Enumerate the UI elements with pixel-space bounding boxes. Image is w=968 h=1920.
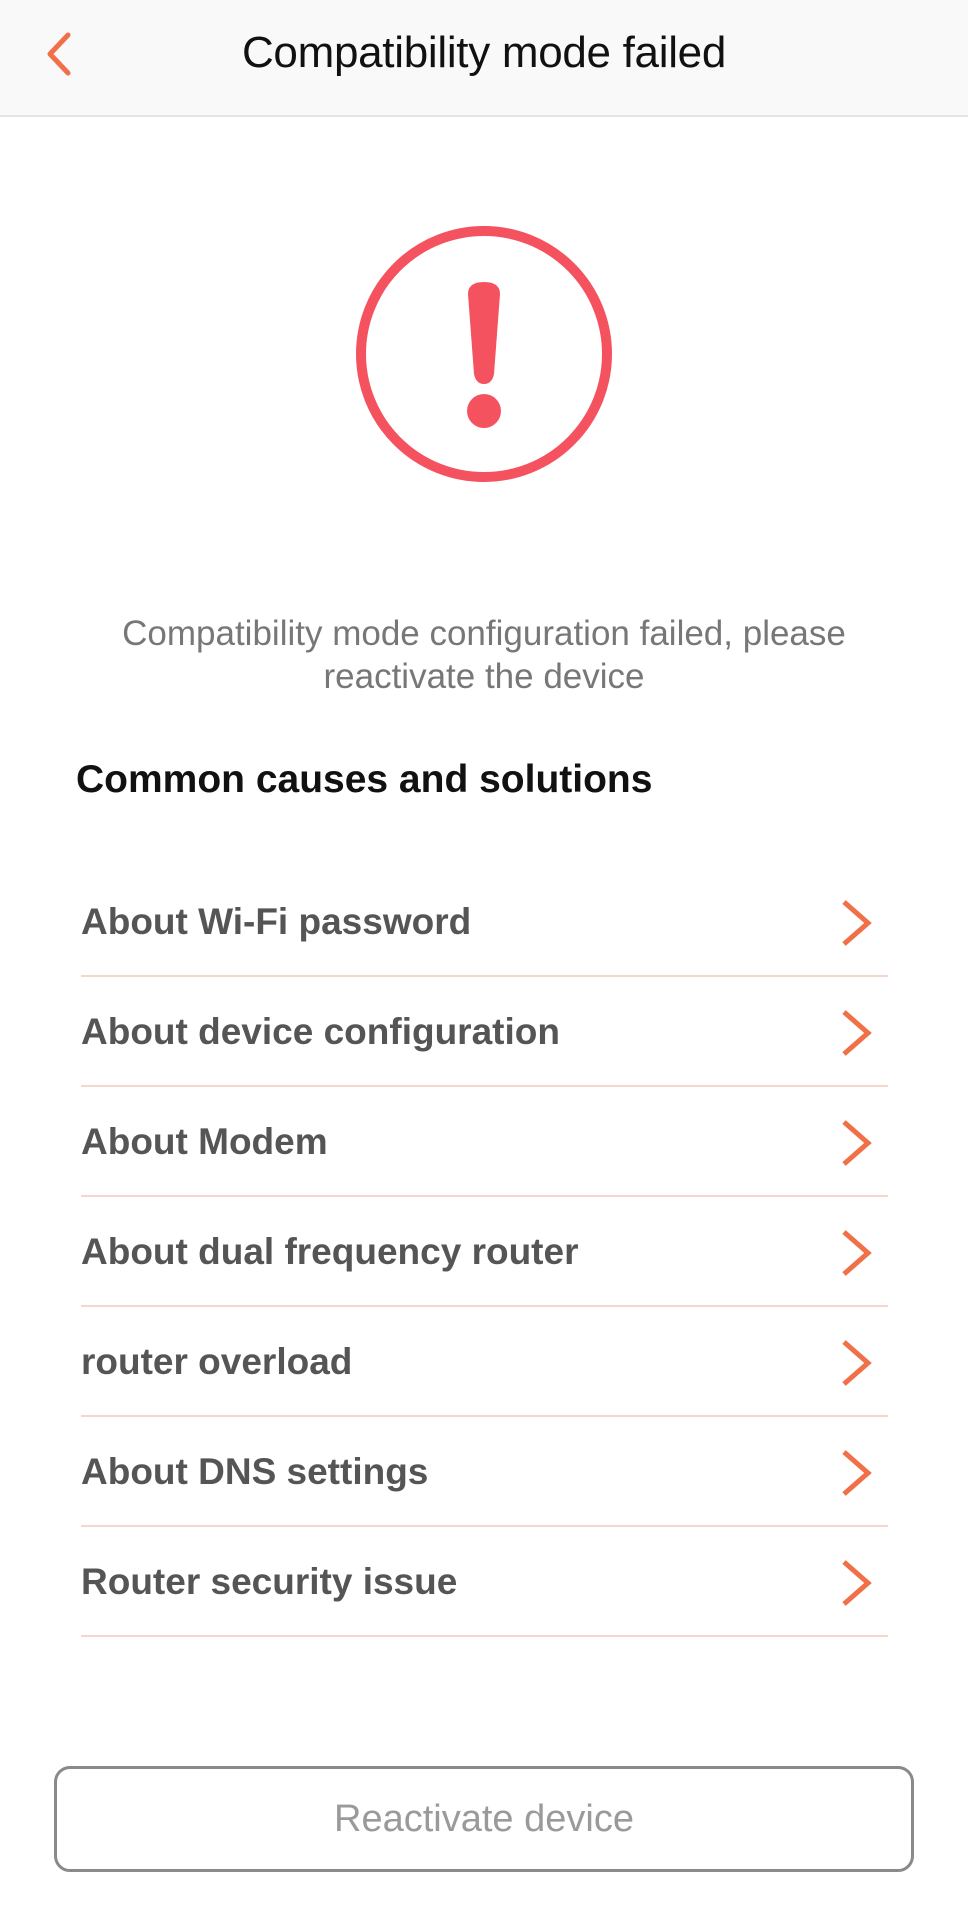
chevron-right-icon [842,1450,872,1496]
chevron-right-icon [842,1340,872,1386]
list-item-dual-frequency-router[interactable]: About dual frequency router [81,1198,888,1307]
list-item-label: About DNS settings [81,1451,429,1492]
list-item-label: router overload [81,1341,353,1382]
page-title: Compatibility mode failed [241,28,727,77]
chevron-right-icon [842,1560,872,1606]
chevron-right-icon [842,1230,872,1276]
list-item-label: About Wi-Fi password [81,901,472,942]
list-item-modem[interactable]: About Modem [81,1088,888,1197]
reactivate-device-button[interactable]: Reactivate device [54,1766,914,1872]
list-item-router-security[interactable]: Router security issue [81,1528,888,1637]
list-item-label: Router security issue [81,1561,458,1602]
chevron-right-icon [842,1010,872,1056]
list-item-label: About Modem [81,1121,328,1162]
chevron-right-icon [842,900,872,946]
list-item-label: About device configuration [81,1011,560,1052]
chevron-right-icon [842,1120,872,1166]
list-item-dns-settings[interactable]: About DNS settings [81,1418,888,1527]
status-message: Compatibility mode configuration failed,… [122,614,846,696]
list-item-device-configuration[interactable]: About device configuration [81,978,888,1087]
page: Compatibility mode failed Compatibility … [0,0,968,1920]
list-item-router-overload[interactable]: router overload [81,1308,888,1417]
header-bar: Compatibility mode failed [0,0,968,117]
list-item-label: About dual frequency router [81,1231,579,1272]
solutions-list: About Wi-Fi password About device config… [81,868,888,1638]
exclamation-circle-icon [354,224,614,484]
chevron-left-icon [47,32,71,76]
section-title: Common causes and solutions [76,758,653,801]
back-button[interactable] [28,22,88,86]
list-item-wifi-password[interactable]: About Wi-Fi password [81,868,888,977]
